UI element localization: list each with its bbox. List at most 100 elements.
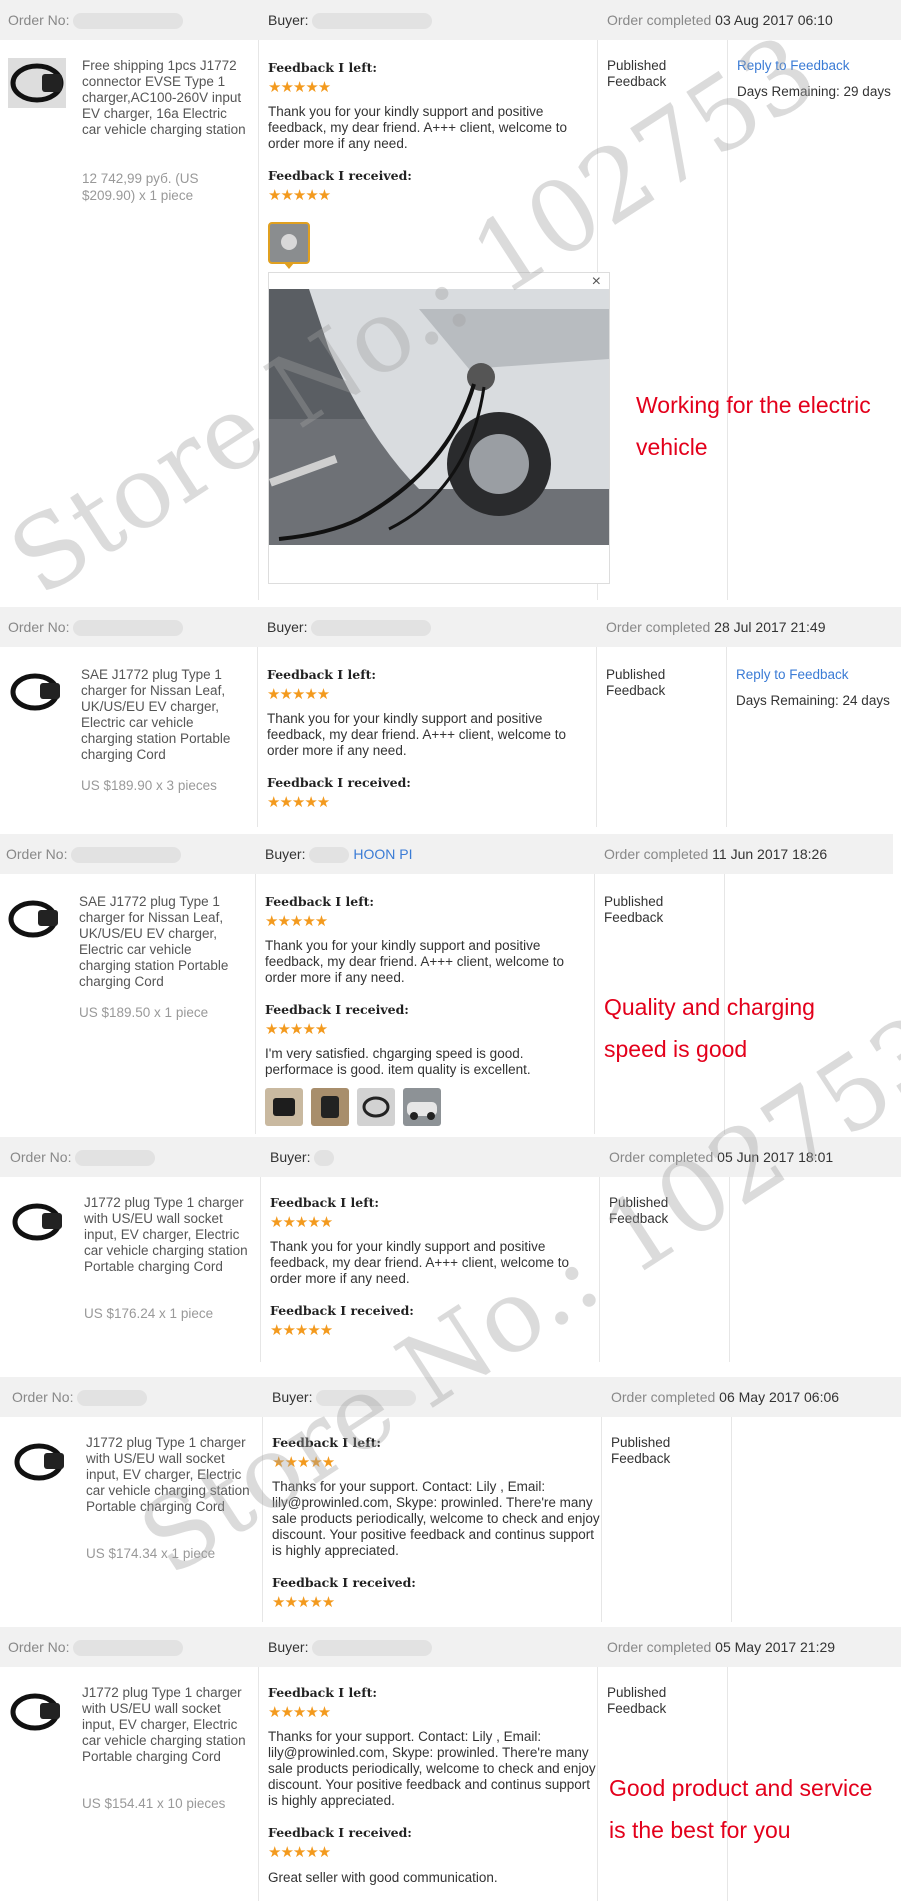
rating-stars: ★★★★★: [265, 1021, 328, 1038]
product-name-link[interactable]: J1772 plug Type 1 charger with US/EU wal…: [84, 1195, 249, 1275]
product-price: US $189.50 x 1 piece: [79, 1005, 209, 1020]
product-name-link[interactable]: J1772 plug Type 1 charger with US/EU wal…: [86, 1435, 251, 1515]
divider: [726, 647, 727, 827]
rating-stars: ★★★★★: [268, 187, 331, 204]
annotation-text: Working for the electric vehicle: [636, 392, 871, 460]
review-photo-thumbnail[interactable]: [268, 222, 310, 270]
review-photo-thumbnail[interactable]: [311, 1088, 349, 1126]
rating-stars: ★★★★★: [267, 794, 330, 811]
order-no-redacted: [77, 1390, 148, 1407]
feedback-left-label: Feedback I left:: [272, 1435, 381, 1450]
rating-stars: ★★★★★: [272, 1594, 335, 1611]
feedback-left-label: Feedback I left:: [265, 894, 374, 909]
published-feedback-status: Published Feedback: [606, 667, 666, 698]
order-header: Order No: Buyer: Order completed 03 Aug …: [0, 0, 901, 40]
days-remaining: Days Remaining: 29 days: [737, 84, 891, 99]
feedback-received-text: Great seller with good communication.: [268, 1870, 498, 1885]
divider: [257, 647, 258, 827]
feedback-left-text: Thank you for your kindly support and po…: [268, 104, 568, 151]
buyer: Buyer:: [268, 1639, 433, 1657]
order-header: Order No: Buyer: Order completed 06 May …: [0, 1377, 901, 1417]
reply-to-feedback-link[interactable]: Reply to Feedback: [736, 667, 849, 682]
product-thumbnail[interactable]: [6, 892, 64, 942]
feedback-left-text: Thanks for your support. Contact: Lily ,…: [268, 1729, 596, 1808]
rating-stars: ★★★★★: [265, 913, 328, 930]
feedback-left-text: Thank you for your kindly support and po…: [267, 711, 567, 758]
review-photo-thumbnail[interactable]: [403, 1088, 441, 1126]
review-photo-thumbnail[interactable]: [265, 1088, 303, 1126]
feedback-left-text: Thank you for your kindly support and po…: [270, 1239, 570, 1286]
product-thumbnail[interactable]: [8, 665, 66, 715]
order-no: Order No:: [6, 846, 182, 864]
feedback-left-text: Thanks for your support. Contact: Lily ,…: [272, 1479, 600, 1558]
order-completed: Order completed 11 Jun 2017 18:26: [604, 846, 828, 862]
annotation-text: Good product and service is the best for…: [609, 1775, 873, 1843]
review-photo-thumbnail[interactable]: [357, 1088, 395, 1126]
order-completed: Order completed 06 May 2017 06:06: [611, 1389, 840, 1405]
order-no: Order No:: [10, 1149, 156, 1167]
buyer-redacted: [312, 1640, 433, 1657]
buyer-redacted: [316, 1390, 417, 1407]
order-row: J1772 plug Type 1 charger with US/EU wal…: [0, 1177, 901, 1362]
days-remaining: Days Remaining: 24 days: [736, 693, 890, 708]
rating-stars: ★★★★★: [268, 1704, 331, 1721]
product-thumbnail[interactable]: [10, 1195, 68, 1245]
published-feedback-status: Published Feedback: [609, 1195, 669, 1226]
product-name-link[interactable]: SAE J1772 plug Type 1 charger for Nissan…: [79, 894, 244, 990]
feedback-received-text: I'm very satisfied. chgarging speed is g…: [265, 1046, 531, 1077]
order-no-redacted: [71, 847, 182, 864]
buyer: Buyer:: [268, 12, 433, 30]
feedback-received-label: Feedback I received:: [272, 1575, 416, 1590]
buyer-redacted: [314, 1150, 335, 1167]
divider: [731, 1417, 732, 1622]
product-thumbnail[interactable]: [8, 58, 66, 108]
published-feedback-status: Published Feedback: [607, 58, 667, 89]
feedback-received-label: Feedback I received:: [267, 775, 411, 790]
product-price: US $176.24 x 1 piece: [84, 1306, 214, 1321]
published-feedback-status: Published Feedback: [607, 1685, 667, 1716]
feedback-left-label: Feedback I left:: [270, 1195, 379, 1210]
divider: [729, 1177, 730, 1362]
product-price: 12 742,99 руб. (US $209.90) x 1 piece: [82, 171, 199, 203]
order-no-redacted: [75, 1150, 156, 1167]
divider: [255, 874, 256, 1134]
photo-popup: ×: [268, 272, 610, 584]
order-no: Order No:: [12, 1389, 148, 1407]
product-name-link[interactable]: J1772 plug Type 1 charger with US/EU wal…: [82, 1685, 247, 1765]
feedback-left-text: Thank you for your kindly support and po…: [265, 938, 565, 985]
order-row: SAE J1772 plug Type 1 charger for Nissan…: [0, 647, 901, 827]
reply-to-feedback-link[interactable]: Reply to Feedback: [737, 58, 850, 73]
order-completed: Order completed 03 Aug 2017 06:10: [607, 12, 833, 28]
order-no: Order No:: [8, 619, 184, 637]
feedback-received-label: Feedback I received:: [268, 168, 412, 183]
buyer-redacted: [312, 13, 433, 30]
feedback-received-label: Feedback I received:: [265, 1002, 409, 1017]
product-name-link[interactable]: SAE J1772 plug Type 1 charger for Nissan…: [81, 667, 246, 763]
product-thumbnail[interactable]: [12, 1435, 70, 1485]
feedback-left-label: Feedback I left:: [268, 60, 377, 75]
rating-stars: ★★★★★: [270, 1214, 333, 1231]
buyer: Buyer: HOON PI: [265, 846, 413, 864]
feedback-received-label: Feedback I received:: [268, 1825, 412, 1840]
rating-stars: ★★★★★: [268, 1844, 331, 1861]
order-row: Free shipping 1pcs J1772 connector EVSE …: [0, 40, 901, 600]
buyer-redacted: [311, 620, 432, 637]
product-name-link[interactable]: Free shipping 1pcs J1772 connector EVSE …: [82, 58, 247, 138]
annotation-text: Quality and charging speed is good: [604, 994, 815, 1062]
feedback-received-label: Feedback I received:: [270, 1303, 414, 1318]
review-photo: [269, 289, 609, 545]
order-header: Order No: Buyer: HOON PI Order completed…: [0, 834, 893, 874]
feedback-left-label: Feedback I left:: [267, 667, 376, 682]
product-price: US $174.34 x 1 piece: [86, 1546, 216, 1561]
buyer: Buyer:: [267, 619, 432, 637]
divider: [258, 40, 259, 600]
divider: [260, 1177, 261, 1362]
published-feedback-status: Published Feedback: [604, 894, 664, 925]
order-completed: Order completed 05 Jun 2017 18:01: [609, 1149, 834, 1165]
rating-stars: ★★★★★: [272, 1454, 335, 1471]
buyer: Buyer:: [272, 1389, 417, 1407]
product-thumbnail[interactable]: [8, 1685, 66, 1735]
order-no-redacted: [73, 1640, 184, 1657]
order-row: SAE J1772 plug Type 1 charger for Nissan…: [0, 874, 901, 1134]
order-no: Order No:: [8, 1639, 184, 1657]
